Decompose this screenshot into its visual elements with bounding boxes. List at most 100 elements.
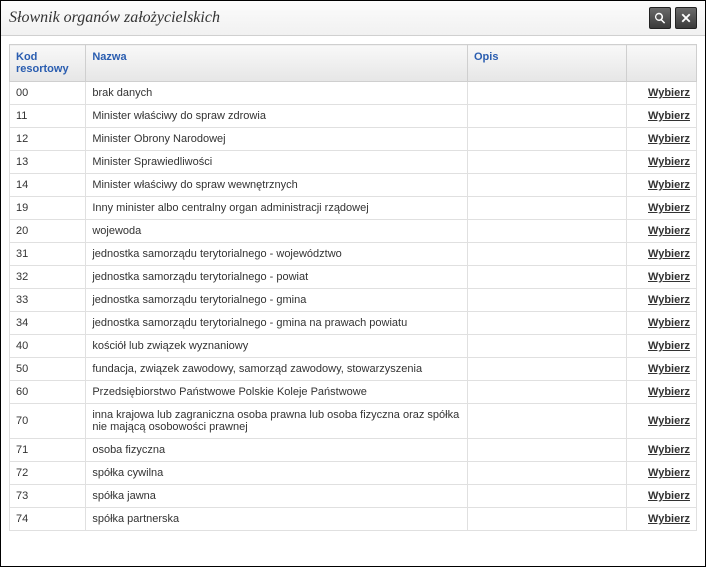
cell-code: 74 (10, 508, 86, 531)
select-link[interactable]: Wybierz (648, 340, 690, 352)
cell-name: jednostka samorządu terytorialnego - pow… (86, 266, 468, 289)
cell-action: Wybierz (627, 105, 697, 128)
cell-name: spółka partnerska (86, 508, 468, 531)
cell-action: Wybierz (627, 174, 697, 197)
cell-name: kościół lub związek wyznaniowy (86, 335, 468, 358)
cell-action: Wybierz (627, 243, 697, 266)
cell-name: jednostka samorządu terytorialnego - woj… (86, 243, 468, 266)
table-row: 12Minister Obrony NarodowejWybierz (10, 128, 697, 151)
table-row: 32jednostka samorządu terytorialnego - p… (10, 266, 697, 289)
cell-code: 71 (10, 439, 86, 462)
cell-name: Inny minister albo centralny organ admin… (86, 197, 468, 220)
select-link[interactable]: Wybierz (648, 87, 690, 99)
close-button[interactable] (675, 7, 697, 29)
select-link[interactable]: Wybierz (648, 444, 690, 456)
cell-code: 32 (10, 266, 86, 289)
cell-action: Wybierz (627, 508, 697, 531)
cell-opis (467, 508, 626, 531)
select-link[interactable]: Wybierz (648, 513, 690, 525)
cell-opis (467, 220, 626, 243)
cell-code: 34 (10, 312, 86, 335)
cell-name: brak danych (86, 82, 468, 105)
cell-action: Wybierz (627, 439, 697, 462)
cell-name: jednostka samorządu terytorialnego - gmi… (86, 289, 468, 312)
title-actions (649, 7, 697, 29)
col-header-action (627, 45, 697, 82)
cell-code: 40 (10, 335, 86, 358)
table-row: 60Przedsiębiorstwo Państwowe Polskie Kol… (10, 381, 697, 404)
cell-code: 70 (10, 404, 86, 439)
cell-opis (467, 485, 626, 508)
dialog-window: Słownik organów założycielskich Kod reso… (0, 0, 706, 567)
cell-code: 11 (10, 105, 86, 128)
cell-action: Wybierz (627, 335, 697, 358)
table-scroll[interactable]: Kod resortowy Nazwa Opis 00brak danychWy… (9, 44, 697, 558)
select-link[interactable]: Wybierz (648, 225, 690, 237)
sort-link-opis[interactable]: Opis (474, 51, 498, 63)
cell-code: 72 (10, 462, 86, 485)
cell-opis (467, 335, 626, 358)
cell-opis (467, 312, 626, 335)
cell-opis (467, 462, 626, 485)
cell-name: Minister właściwy do spraw zdrowia (86, 105, 468, 128)
select-link[interactable]: Wybierz (648, 317, 690, 329)
table-row: 73spółka jawna Wybierz (10, 485, 697, 508)
cell-name: Minister Sprawiedliwości (86, 151, 468, 174)
cell-name: wojewoda (86, 220, 468, 243)
select-link[interactable]: Wybierz (648, 133, 690, 145)
table-row: 31jednostka samorządu terytorialnego - w… (10, 243, 697, 266)
select-link[interactable]: Wybierz (648, 363, 690, 375)
sort-link-name[interactable]: Nazwa (92, 51, 126, 63)
cell-code: 31 (10, 243, 86, 266)
data-table: Kod resortowy Nazwa Opis 00brak danychWy… (9, 44, 697, 531)
cell-action: Wybierz (627, 266, 697, 289)
cell-code: 12 (10, 128, 86, 151)
cell-action: Wybierz (627, 404, 697, 439)
col-header-opis[interactable]: Opis (467, 45, 626, 82)
select-link[interactable]: Wybierz (648, 415, 690, 427)
cell-code: 33 (10, 289, 86, 312)
cell-name: osoba fizyczna (86, 439, 468, 462)
cell-opis (467, 266, 626, 289)
table-row: 74spółka partnerska Wybierz (10, 508, 697, 531)
select-link[interactable]: Wybierz (648, 271, 690, 283)
cell-name: spółka jawna (86, 485, 468, 508)
cell-action: Wybierz (627, 381, 697, 404)
cell-name: spółka cywilna (86, 462, 468, 485)
cell-name: inna krajowa lub zagraniczna osoba prawn… (86, 404, 468, 439)
table-row: 70inna krajowa lub zagraniczna osoba pra… (10, 404, 697, 439)
cell-code: 50 (10, 358, 86, 381)
select-link[interactable]: Wybierz (648, 110, 690, 122)
col-header-code[interactable]: Kod resortowy (10, 45, 86, 82)
table-row: 40kościół lub związek wyznaniowy Wybierz (10, 335, 697, 358)
select-link[interactable]: Wybierz (648, 294, 690, 306)
cell-opis (467, 358, 626, 381)
select-link[interactable]: Wybierz (648, 490, 690, 502)
cell-name: fundacja, związek zawodowy, samorząd zaw… (86, 358, 468, 381)
cell-opis (467, 289, 626, 312)
select-link[interactable]: Wybierz (648, 179, 690, 191)
cell-action: Wybierz (627, 197, 697, 220)
cell-action: Wybierz (627, 289, 697, 312)
cell-code: 20 (10, 220, 86, 243)
cell-opis (467, 128, 626, 151)
sort-link-code[interactable]: Kod resortowy (16, 51, 69, 75)
cell-code: 73 (10, 485, 86, 508)
table-row: 72spółka cywilna Wybierz (10, 462, 697, 485)
select-link[interactable]: Wybierz (648, 202, 690, 214)
cell-opis (467, 439, 626, 462)
select-link[interactable]: Wybierz (648, 467, 690, 479)
select-link[interactable]: Wybierz (648, 386, 690, 398)
select-link[interactable]: Wybierz (648, 248, 690, 260)
col-header-name[interactable]: Nazwa (86, 45, 468, 82)
search-button[interactable] (649, 7, 671, 29)
table-row: 34jednostka samorządu terytorialnego - g… (10, 312, 697, 335)
close-icon (681, 13, 691, 23)
cell-opis (467, 174, 626, 197)
table-row: 11Minister właściwy do spraw zdrowia Wybi… (10, 105, 697, 128)
table-row: 20wojewoda Wybierz (10, 220, 697, 243)
table-row: 13Minister SprawiedliwościWybierz (10, 151, 697, 174)
cell-action: Wybierz (627, 220, 697, 243)
select-link[interactable]: Wybierz (648, 156, 690, 168)
search-icon (654, 12, 666, 24)
